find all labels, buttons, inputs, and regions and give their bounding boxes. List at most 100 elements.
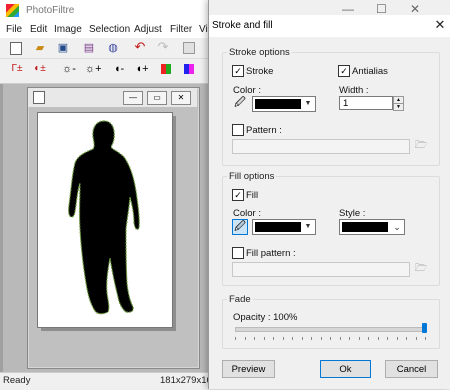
save-icon[interactable]: ▣ [56, 42, 70, 54]
pattern-field[interactable] [232, 139, 410, 154]
document-icon [33, 91, 45, 104]
copy-icon[interactable] [183, 42, 195, 54]
slider-tick [263, 337, 265, 340]
fade-title: Fade [227, 294, 253, 305]
menu-adjust[interactable]: Adjust [134, 24, 162, 35]
adjust-toolbar [0, 59, 210, 84]
menu-edit[interactable]: Edit [30, 24, 47, 35]
app-minimize-button[interactable]: — [342, 2, 354, 16]
dialog-close-button[interactable]: ✕ [431, 16, 449, 34]
width-input[interactable]: 1 [339, 96, 393, 110]
slider-tick [415, 337, 417, 340]
pattern-folder-icon[interactable]: 🗁 [414, 140, 428, 152]
menu-selection[interactable]: Selection [89, 24, 130, 35]
fill-color-label: Color : [233, 208, 261, 219]
opacity-slider-track[interactable] [235, 327, 427, 332]
auto-contrast-icon[interactable]: ◐± [33, 63, 47, 75]
slider-tick [396, 337, 398, 340]
app-maximize-button[interactable]: ☐ [376, 2, 387, 16]
saturation-down-icon[interactable] [161, 64, 171, 74]
fill-checkbox[interactable]: ✓ [232, 189, 244, 201]
silhouette-image [68, 120, 140, 315]
slider-tick [377, 337, 379, 340]
menu-view[interactable]: Vi [199, 24, 208, 35]
print-icon[interactable]: ▤ [82, 42, 96, 54]
slider-tick [339, 337, 341, 340]
opacity-label: Opacity : 100% [233, 312, 298, 323]
stroke-options-title: Stroke options [227, 47, 292, 58]
stroke-color-swatch [255, 99, 301, 109]
style-label: Style : [339, 208, 366, 219]
style-combo[interactable]: ⌄ [339, 219, 405, 235]
fill-options-title: Fill options [227, 171, 277, 182]
status-ready: Ready [3, 375, 31, 386]
workspace-edge [0, 84, 3, 372]
stroke-eyedropper-icon[interactable]: 🖉 [233, 96, 247, 110]
cancel-button[interactable]: Cancel [385, 360, 438, 378]
slider-tick [244, 337, 246, 340]
dialog-title: Stroke and fill [212, 20, 273, 31]
doc-maximize-button[interactable]: ▭ [147, 91, 167, 105]
fill-pattern-field[interactable] [232, 262, 410, 277]
chevron-down-icon: ▼ [304, 100, 312, 107]
chevron-down-icon: ⌄ [393, 222, 401, 232]
stroke-checkbox[interactable]: ✓ [232, 65, 244, 77]
doc-close-button[interactable]: ✕ [171, 91, 191, 105]
main-toolbar [0, 38, 210, 59]
slider-tick [301, 337, 303, 340]
pattern-checkbox[interactable] [232, 124, 244, 136]
fill-color-swatch [255, 222, 301, 232]
ok-button[interactable]: Ok [320, 360, 371, 378]
stroke-color-label: Color : [233, 85, 261, 96]
slider-tick [254, 337, 255, 340]
brightness-down-icon[interactable]: ☼- [62, 63, 76, 75]
fill-color-combo[interactable]: ▼ [252, 219, 316, 235]
auto-levels-icon[interactable]: Γ± [10, 63, 24, 75]
stroke-color-combo[interactable]: ▼ [252, 96, 316, 112]
slider-tick [282, 337, 284, 340]
width-label: Width : [339, 85, 369, 96]
slider-tick [406, 337, 407, 340]
width-spin-down-icon[interactable]: ▼ [393, 103, 404, 111]
redo-icon[interactable]: ↷ [156, 40, 170, 53]
slider-tick [387, 337, 388, 340]
slider-tick [292, 337, 293, 340]
slider-tick [358, 337, 360, 340]
menu-image[interactable]: Image [54, 24, 82, 35]
undo-icon[interactable]: ↶ [133, 40, 147, 53]
opacity-slider-thumb[interactable] [422, 323, 427, 333]
slider-tick [368, 337, 369, 340]
slider-tick [235, 337, 236, 340]
app-title: PhotoFiltre [26, 5, 75, 16]
stroke-label: Stroke [246, 66, 274, 77]
contrast-down-icon[interactable]: ◖- [112, 63, 126, 75]
fill-eyedropper-icon[interactable]: 🖉 [232, 219, 248, 235]
open-folder-icon[interactable]: ▰ [33, 42, 47, 54]
image-canvas[interactable] [37, 112, 173, 328]
chevron-down-icon: ▼ [304, 223, 312, 230]
preview-button[interactable]: Preview [222, 360, 275, 378]
slider-tick [311, 337, 312, 340]
fill-pattern-label: Fill pattern : [246, 248, 296, 259]
fill-pattern-folder-icon[interactable]: 🗁 [414, 263, 428, 275]
fill-label: Fill [246, 190, 259, 201]
contrast-up-icon[interactable]: ◖+ [135, 63, 149, 75]
antialias-label: Antialias [352, 66, 388, 77]
antialias-checkbox[interactable]: ✓ [338, 65, 350, 77]
menu-file[interactable]: File [6, 24, 22, 35]
new-file-icon[interactable] [10, 42, 22, 55]
fade-group [222, 299, 440, 349]
slider-tick [425, 337, 426, 340]
slider-tick [330, 337, 331, 340]
scan-icon[interactable]: ◍ [106, 42, 120, 54]
person-silhouette [68, 120, 140, 315]
slider-tick [273, 337, 274, 340]
photofiltre-logo-icon [6, 4, 19, 17]
slider-tick [349, 337, 350, 340]
app-close-button[interactable]: ✕ [410, 2, 420, 16]
brightness-up-icon[interactable]: ☼+ [85, 63, 102, 75]
doc-minimize-button[interactable]: — [123, 91, 143, 105]
fill-pattern-checkbox[interactable] [232, 247, 244, 259]
menu-filter[interactable]: Filter [170, 24, 192, 35]
saturation-up-icon[interactable] [184, 64, 194, 74]
